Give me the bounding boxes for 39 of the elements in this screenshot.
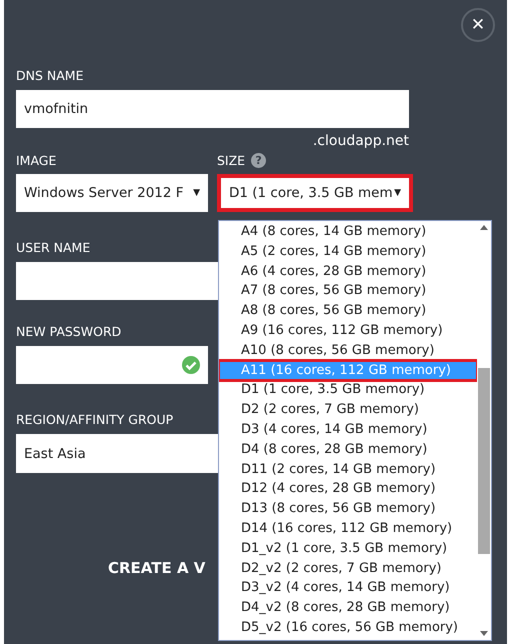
- dropdown-option[interactable]: D11 (2 cores, 14 GB memory): [219, 460, 477, 480]
- scrollbar-thumb[interactable]: [478, 368, 490, 554]
- field-label: SIZE: [217, 153, 246, 168]
- field-label: REGION/AFFINITY GROUP: [16, 412, 174, 428]
- dropdown-option[interactable]: D12 (4 cores, 28 GB memory): [219, 479, 477, 500]
- field-label: USER NAME: [16, 240, 90, 256]
- dropdown-option[interactable]: A10 (8 cores, 56 GB memory): [219, 340, 477, 361]
- dropdown-option[interactable]: D2 (2 cores, 7 GB memory): [219, 400, 477, 420]
- scroll-up-icon[interactable]: [480, 225, 488, 230]
- dropdown-option[interactable]: A7 (8 cores, 56 GB memory): [219, 281, 477, 302]
- dropdown-option[interactable]: D1 (1 core, 3.5 GB memory): [219, 380, 477, 400]
- dropdown-option[interactable]: D1_v2 (1 core, 3.5 GB memory): [219, 538, 477, 559]
- image-select[interactable]: Windows Server 2012 F ▼: [16, 174, 208, 212]
- dropdown-option[interactable]: A9 (16 cores, 112 GB memory): [219, 320, 477, 341]
- dropdown-option[interactable]: D4_v2 (8 cores, 28 GB memory): [219, 598, 477, 618]
- dropdown-option[interactable]: D13 (8 cores, 56 GB memory): [219, 499, 477, 519]
- field-label: NEW PASSWORD: [16, 324, 122, 340]
- help-icon[interactable]: ?: [251, 153, 266, 168]
- dropdown-option[interactable]: D2_v2 (2 cores, 7 GB memory): [219, 558, 477, 578]
- user-name-field[interactable]: [16, 262, 218, 300]
- dropdown-option[interactable]: D3 (4 cores, 14 GB memory): [219, 420, 477, 440]
- size-select[interactable]: D1 (1 core, 3.5 GB mem▼: [217, 174, 413, 212]
- dropdown-option[interactable]: D14 (16 cores, 112 GB memory): [219, 518, 477, 539]
- password-field[interactable]: [16, 346, 208, 384]
- dropdown-option[interactable]: A6 (4 cores, 28 GB memory): [219, 262, 477, 282]
- dropdown-option[interactable]: A5 (2 cores, 14 GB memory): [219, 242, 477, 262]
- field-label: IMAGE: [16, 153, 56, 168]
- dropdown-option[interactable]: A8 (8 cores, 56 GB memory): [219, 301, 477, 321]
- close-button[interactable]: ✕: [461, 8, 495, 42]
- dropdown-option[interactable]: D4 (8 cores, 28 GB memory): [219, 440, 477, 460]
- dropdown-option[interactable]: A4 (8 cores, 14 GB memory): [219, 222, 477, 242]
- scroll-down-icon[interactable]: [480, 631, 488, 636]
- region-select[interactable]: East Asia: [16, 434, 218, 473]
- create-button[interactable]: CREATE A V: [108, 559, 206, 577]
- domain-suffix: .cloudapp.net: [312, 133, 409, 149]
- dropdown-option[interactable]: D3_v2 (4 cores, 14 GB memory): [219, 578, 477, 598]
- field-label: DNS NAME: [16, 68, 84, 84]
- dropdown-option[interactable]: D5_v2 (16 cores, 56 GB memory): [219, 618, 477, 638]
- dns-name-field[interactable]: vmofnitin: [16, 90, 409, 128]
